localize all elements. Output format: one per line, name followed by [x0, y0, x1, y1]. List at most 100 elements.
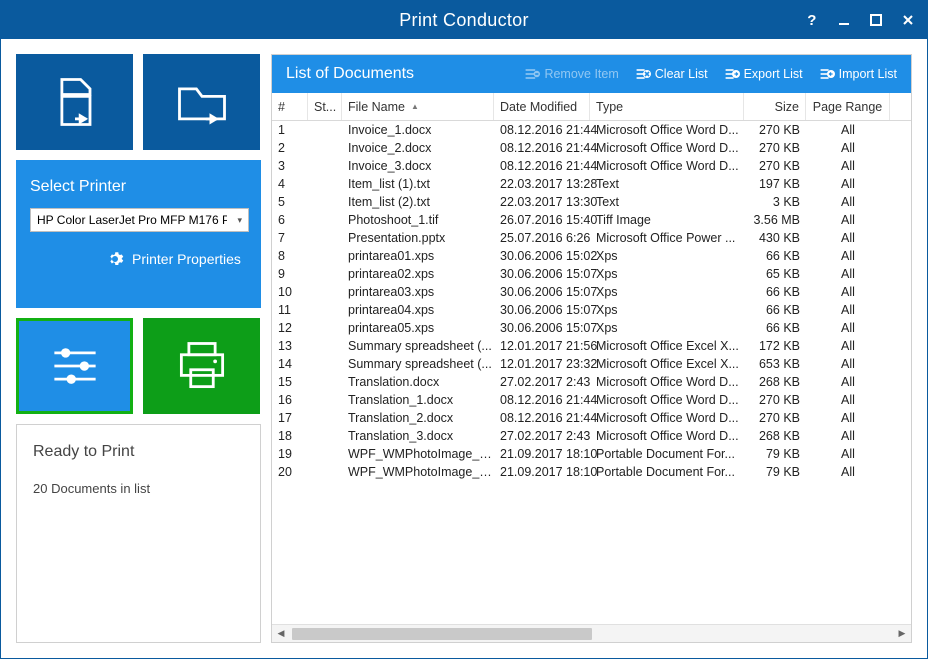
help-button[interactable]: ? [799, 7, 825, 33]
cell-range: All [806, 213, 890, 227]
cell-range: All [806, 357, 890, 371]
printer-properties-link[interactable]: Printer Properties [106, 250, 249, 268]
table-row[interactable]: 9printarea02.xps30.06.2006 15:07Xps65 KB… [272, 265, 911, 283]
sliders-icon [45, 336, 105, 396]
cell-num: 19 [272, 447, 308, 461]
list-title: List of Documents [286, 65, 414, 83]
cell-size: 79 KB [744, 447, 806, 461]
col-header-state[interactable]: St... [308, 93, 342, 120]
cell-num: 16 [272, 393, 308, 407]
cell-range: All [806, 465, 890, 479]
printer-icon [172, 336, 232, 396]
cell-num: 8 [272, 249, 308, 263]
import-icon [819, 66, 835, 82]
cell-type: Portable Document For... [590, 465, 744, 479]
table-row[interactable]: 8printarea01.xps30.06.2006 15:02Xps66 KB… [272, 247, 911, 265]
cell-num: 10 [272, 285, 308, 299]
horizontal-scrollbar[interactable]: ◀ ▶ [272, 624, 911, 642]
left-panel: Select Printer HP Color LaserJet Pro MFP… [16, 54, 261, 643]
clear-list-label: Clear List [655, 67, 708, 81]
table-row[interactable]: 15Translation.docx27.02.2017 2:43Microso… [272, 373, 911, 391]
cell-range: All [806, 285, 890, 299]
table-row[interactable]: 10printarea03.xps30.06.2006 15:07Xps66 K… [272, 283, 911, 301]
settings-tile[interactable] [16, 318, 133, 414]
table-row[interactable]: 12printarea05.xps30.06.2006 15:07Xps66 K… [272, 319, 911, 337]
maximize-button[interactable] [863, 7, 889, 33]
col-header-num[interactable]: # [272, 93, 308, 120]
cell-type: Xps [590, 321, 744, 335]
cell-name: Invoice_1.docx [342, 123, 494, 137]
clear-list-button[interactable]: Clear List [631, 63, 712, 85]
table-row[interactable]: 5Item_list (2).txt22.03.2017 13:30Text3 … [272, 193, 911, 211]
col-header-size[interactable]: Size [744, 93, 806, 120]
col-header-date[interactable]: Date Modified [494, 93, 590, 120]
cell-type: Microsoft Office Power ... [590, 231, 744, 245]
cell-name: printarea05.xps [342, 321, 494, 335]
scroll-left-arrow[interactable]: ◀ [272, 625, 290, 643]
titlebar: Print Conductor ? [1, 1, 927, 39]
column-headers: # St... File Name▲ Date Modified Type Si… [272, 93, 911, 121]
add-files-tile[interactable] [16, 54, 133, 150]
cell-size: 3 KB [744, 195, 806, 209]
cell-range: All [806, 123, 890, 137]
cell-name: printarea03.xps [342, 285, 494, 299]
col-header-type[interactable]: Type [590, 93, 744, 120]
export-list-button[interactable]: Export List [720, 63, 807, 85]
col-header-range[interactable]: Page Range [806, 93, 890, 120]
cell-name: WPF_WMPhotoImage_R... [342, 447, 494, 461]
table-row[interactable]: 2Invoice_2.docx08.12.2016 21:44Microsoft… [272, 139, 911, 157]
cell-type: Microsoft Office Word D... [590, 429, 744, 443]
cell-size: 66 KB [744, 285, 806, 299]
scroll-track[interactable] [290, 627, 893, 641]
col-header-name[interactable]: File Name▲ [342, 93, 494, 120]
table-row[interactable]: 18Translation_3.docx27.02.2017 2:43Micro… [272, 427, 911, 445]
cell-name: Translation.docx [342, 375, 494, 389]
table-row[interactable]: 19WPF_WMPhotoImage_R...21.09.2017 18:10P… [272, 445, 911, 463]
remove-icon [524, 66, 540, 82]
cell-name: Summary spreadsheet (... [342, 339, 494, 353]
cell-type: Microsoft Office Excel X... [590, 357, 744, 371]
table-row[interactable]: 7Presentation.pptx25.07.2016 6:26Microso… [272, 229, 911, 247]
remove-item-label: Remove Item [544, 67, 618, 81]
cell-name: Item_list (2).txt [342, 195, 494, 209]
cell-range: All [806, 447, 890, 461]
window-controls: ? [799, 1, 921, 39]
import-list-button[interactable]: Import List [815, 63, 901, 85]
cell-num: 17 [272, 411, 308, 425]
cell-num: 18 [272, 429, 308, 443]
cell-range: All [806, 321, 890, 335]
scroll-right-arrow[interactable]: ▶ [893, 625, 911, 643]
cell-name: printarea01.xps [342, 249, 494, 263]
import-list-label: Import List [839, 67, 897, 81]
table-row[interactable]: 20WPF_WMPhotoImage_R...21.09.2017 18:10P… [272, 463, 911, 481]
table-row[interactable]: 13Summary spreadsheet (...12.01.2017 21:… [272, 337, 911, 355]
table-row[interactable]: 4Item_list (1).txt22.03.2017 13:28Text19… [272, 175, 911, 193]
minimize-button[interactable] [831, 7, 857, 33]
remove-item-button: Remove Item [520, 63, 622, 85]
cell-size: 66 KB [744, 303, 806, 317]
close-button[interactable] [895, 7, 921, 33]
table-row[interactable]: 14Summary spreadsheet (...12.01.2017 23:… [272, 355, 911, 373]
scroll-thumb[interactable] [292, 628, 592, 640]
add-folder-tile[interactable] [143, 54, 260, 150]
cell-range: All [806, 249, 890, 263]
cell-size: 270 KB [744, 411, 806, 425]
table-row[interactable]: 16Translation_1.docx08.12.2016 21:44Micr… [272, 391, 911, 409]
table-row[interactable]: 3Invoice_3.docx08.12.2016 21:44Microsoft… [272, 157, 911, 175]
cell-type: Tiff Image [590, 213, 744, 227]
cell-num: 15 [272, 375, 308, 389]
table-row[interactable]: 17Translation_2.docx08.12.2016 21:44Micr… [272, 409, 911, 427]
cell-name: Translation_3.docx [342, 429, 494, 443]
cell-size: 172 KB [744, 339, 806, 353]
cell-num: 2 [272, 141, 308, 155]
print-tile[interactable] [143, 318, 260, 414]
table-row[interactable]: 11printarea04.xps30.06.2006 15:07Xps66 K… [272, 301, 911, 319]
cell-size: 66 KB [744, 321, 806, 335]
cell-range: All [806, 429, 890, 443]
cell-date: 08.12.2016 21:44 [494, 411, 590, 425]
cell-name: Item_list (1).txt [342, 177, 494, 191]
table-row[interactable]: 1Invoice_1.docx08.12.2016 21:44Microsoft… [272, 121, 911, 139]
table-row[interactable]: 6Photoshoot_1.tif26.07.2016 15:40Tiff Im… [272, 211, 911, 229]
cell-date: 08.12.2016 21:44 [494, 123, 590, 137]
printer-dropdown[interactable]: HP Color LaserJet Pro MFP M176 PC ▾ [30, 208, 249, 232]
